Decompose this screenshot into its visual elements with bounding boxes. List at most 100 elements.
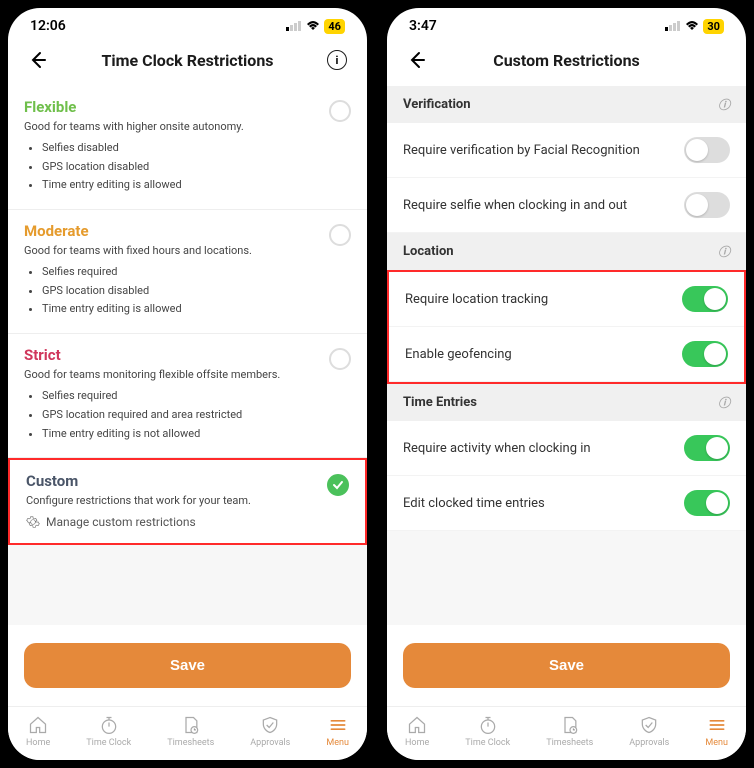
save-button[interactable]: Save — [403, 643, 730, 688]
back-button[interactable] — [405, 48, 429, 72]
home-icon — [28, 715, 48, 735]
info-icon: i — [327, 50, 347, 70]
tab-menu[interactable]: Menu — [705, 715, 728, 748]
save-button[interactable]: Save — [24, 643, 351, 688]
nav-spacer — [704, 48, 728, 72]
setting-label: Require selfie when clocking in and out — [403, 198, 627, 213]
stopwatch-icon — [99, 715, 119, 735]
toggle-facial-recognition[interactable] — [684, 137, 730, 163]
tab-timesheets[interactable]: Timesheets — [546, 715, 593, 748]
status-time: 12:06 — [30, 18, 66, 34]
back-button[interactable] — [26, 48, 50, 72]
setting-label: Require activity when clocking in — [403, 441, 591, 456]
bullet: Time entry editing is allowed — [42, 176, 351, 195]
location-highlight: Require location tracking Enable geofenc… — [387, 270, 746, 384]
document-clock-icon — [181, 715, 201, 735]
option-bullets: Selfies required GPS location required a… — [24, 387, 351, 443]
info-icon[interactable]: ⓘ — [718, 243, 730, 260]
tab-timesheets[interactable]: Timesheets — [167, 715, 214, 748]
toggle-knob — [686, 139, 708, 161]
option-moderate[interactable]: Moderate Good for teams with fixed hours… — [8, 210, 367, 334]
section-title: Time Entries — [403, 395, 477, 410]
bullet: Selfies required — [42, 263, 351, 282]
tab-label: Menu — [326, 738, 349, 748]
row-geofencing: Enable geofencing — [389, 327, 744, 382]
info-icon[interactable]: ⓘ — [718, 96, 730, 113]
info-button[interactable]: i — [325, 48, 349, 72]
tab-label: Timesheets — [167, 738, 214, 748]
tab-label: Home — [405, 738, 429, 748]
status-bar: 12:06 46 — [8, 8, 367, 40]
toggle-knob — [704, 288, 726, 310]
row-location-tracking: Require location tracking — [389, 272, 744, 327]
option-custom[interactable]: Custom Configure restrictions that work … — [8, 458, 367, 545]
save-container: Save — [387, 625, 746, 706]
option-title: Custom — [26, 472, 349, 490]
option-title: Moderate — [24, 222, 351, 240]
radio-checked-icon — [327, 474, 349, 496]
menu-icon — [707, 715, 727, 735]
manage-custom-label: Manage custom restrictions — [46, 515, 196, 529]
option-bullets: Selfies disabled GPS location disabled T… — [24, 139, 351, 195]
page-title: Custom Restrictions — [429, 51, 704, 70]
wifi-icon — [685, 21, 699, 31]
scroll-area[interactable]: Flexible Good for teams with higher onsi… — [8, 86, 367, 625]
tab-label: Time Clock — [465, 738, 510, 748]
tab-label: Approvals — [250, 738, 290, 748]
toggle-activity[interactable] — [684, 435, 730, 461]
menu-icon — [328, 715, 348, 735]
setting-label: Enable geofencing — [405, 347, 512, 362]
tab-timeclock[interactable]: Time Clock — [465, 715, 510, 748]
row-selfie: Require selfie when clocking in and out — [387, 178, 746, 233]
tab-timeclock[interactable]: Time Clock — [86, 715, 131, 748]
tab-label: Approvals — [629, 738, 669, 748]
wifi-icon — [306, 21, 320, 31]
tab-label: Menu — [705, 738, 728, 748]
toggle-knob — [704, 343, 726, 365]
section-title: Verification — [403, 97, 471, 112]
scroll-area[interactable]: Verification ⓘ Require verification by F… — [387, 86, 746, 625]
nav-header: Custom Restrictions — [387, 40, 746, 86]
section-time-entries: Time Entries ⓘ — [387, 384, 746, 421]
setting-label: Require verification by Facial Recogniti… — [403, 143, 640, 158]
page-title: Time Clock Restrictions — [50, 51, 325, 70]
option-desc: Configure restrictions that work for you… — [26, 494, 349, 507]
status-time: 3:47 — [409, 18, 437, 34]
option-desc: Good for teams with fixed hours and loca… — [24, 244, 351, 257]
section-title: Location — [403, 244, 454, 259]
bullet: GPS location disabled — [42, 158, 351, 177]
tab-home[interactable]: Home — [405, 715, 429, 748]
bullet: Time entry editing is allowed — [42, 300, 351, 319]
option-strict[interactable]: Strict Good for teams monitoring flexibl… — [8, 334, 367, 458]
save-container: Save — [8, 625, 367, 706]
toggle-location-tracking[interactable] — [682, 286, 728, 312]
tab-approvals[interactable]: Approvals — [250, 715, 290, 748]
bullet: GPS location required and area restricte… — [42, 406, 351, 425]
row-activity: Require activity when clocking in — [387, 421, 746, 476]
bullet: GPS location disabled — [42, 282, 351, 301]
toggle-edit-entries[interactable] — [684, 490, 730, 516]
arrow-left-icon — [28, 50, 48, 70]
tab-approvals[interactable]: Approvals — [629, 715, 669, 748]
gear-icon — [26, 515, 40, 529]
option-title: Strict — [24, 346, 351, 364]
info-icon[interactable]: ⓘ — [718, 394, 730, 411]
cellular-icon — [286, 21, 302, 31]
section-verification: Verification ⓘ — [387, 86, 746, 123]
toggle-knob — [706, 492, 728, 514]
row-facial-recognition: Require verification by Facial Recogniti… — [387, 123, 746, 178]
tab-menu[interactable]: Menu — [326, 715, 349, 748]
tab-home[interactable]: Home — [26, 715, 50, 748]
toggle-selfie[interactable] — [684, 192, 730, 218]
battery-badge: 30 — [703, 19, 724, 34]
shield-check-icon — [260, 715, 280, 735]
option-title: Flexible — [24, 98, 351, 116]
tab-label: Home — [26, 738, 50, 748]
radio-unchecked-icon — [329, 100, 351, 122]
toggle-knob — [686, 194, 708, 216]
option-bullets: Selfies required GPS location disabled T… — [24, 263, 351, 319]
option-flexible[interactable]: Flexible Good for teams with higher onsi… — [8, 86, 367, 210]
manage-custom-link[interactable]: Manage custom restrictions — [26, 515, 349, 529]
toggle-geofencing[interactable] — [682, 341, 728, 367]
option-desc: Good for teams with higher onsite autono… — [24, 120, 351, 133]
